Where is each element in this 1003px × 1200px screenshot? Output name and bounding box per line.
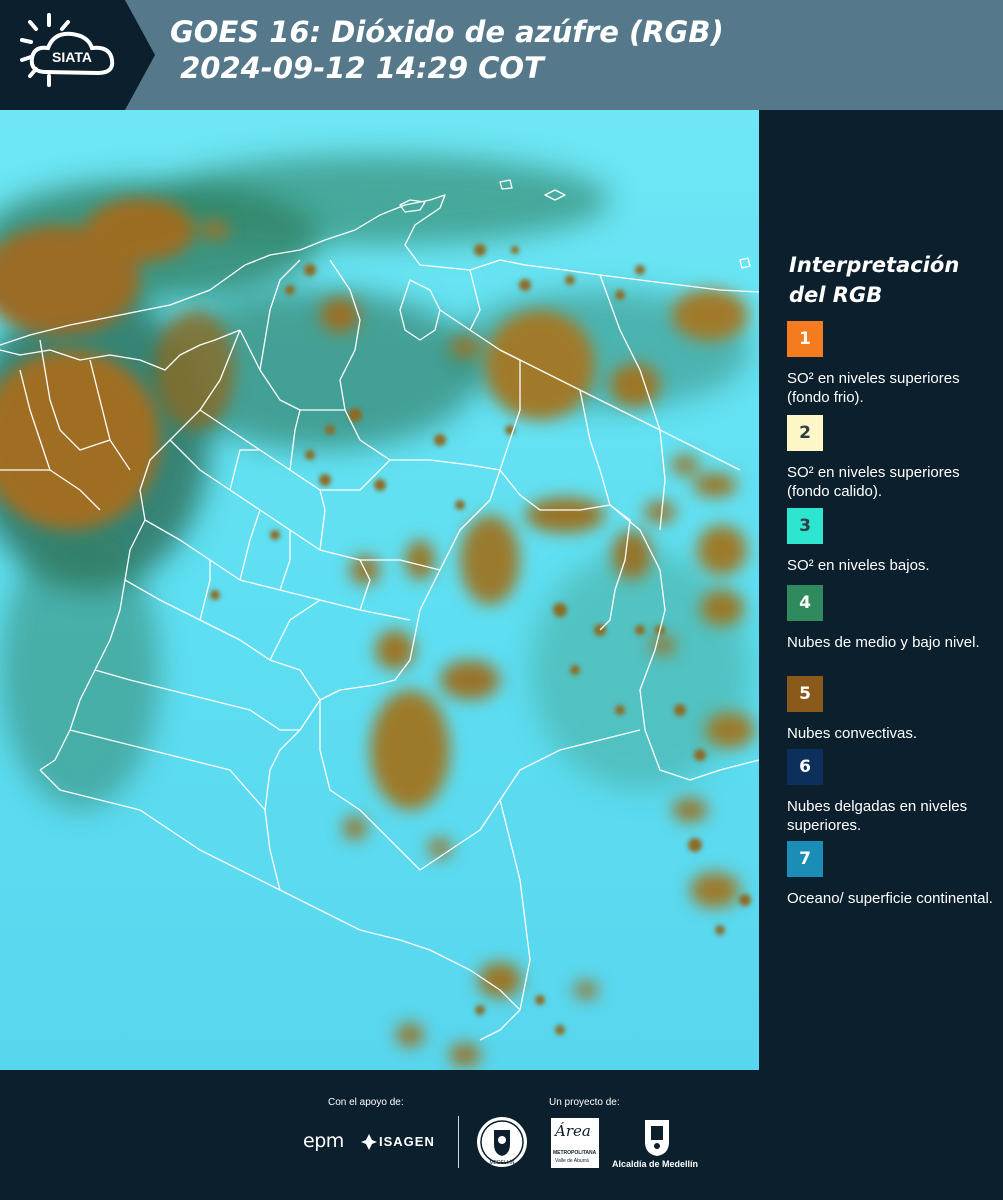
legend-number: 4 — [799, 593, 811, 613]
legend-item-6: 6 Nubes delgadas en niveles superiores. — [787, 749, 997, 835]
legend-item-2: 2 SO² en niveles superiores (fondo calid… — [787, 415, 997, 501]
legend-title-line-2: del RGB — [789, 283, 883, 307]
page-title: GOES 16: Dióxido de azúfre (RGB) 2024-09… — [170, 14, 724, 86]
legend-swatch: 3 — [787, 508, 823, 544]
legend-panel: Interpretación del RGB 1 SO² en niveles … — [759, 110, 1003, 1070]
isagen-icon — [361, 1134, 377, 1150]
title-line-2: 2024-09-12 14:29 COT — [170, 51, 544, 85]
medellin-seal-icon: MEDELLÍN — [477, 1117, 527, 1167]
footer: Con el apoyo de: Un proyecto de: epm ISA… — [0, 1070, 1003, 1200]
legend-swatch: 2 — [787, 415, 823, 451]
legend-title: Interpretación del RGB — [789, 250, 959, 310]
area-logo-sub1: METROPOLITANA — [553, 1150, 597, 1156]
legend-number: 3 — [799, 516, 811, 536]
legend-number: 1 — [799, 329, 811, 349]
siata-logo: SIATA — [0, 0, 155, 110]
legend-label: Nubes delgadas en niveles superiores. — [787, 798, 968, 834]
legend-swatch: 4 — [787, 585, 823, 621]
support-label: Con el apoyo de: — [328, 1097, 404, 1108]
legend-number: 2 — [799, 423, 811, 443]
legend-item-1: 1 SO² en niveles superiores (fondo frio)… — [787, 321, 997, 407]
footer-divider — [458, 1116, 459, 1168]
isagen-logo: ISAGEN — [379, 1134, 435, 1149]
alcaldia-logo: Alcaldía de Medellín — [612, 1159, 699, 1169]
legend-label: Nubes de medio y bajo nivel. — [787, 634, 980, 651]
seal-text: MEDELLÍN — [489, 1159, 514, 1166]
title-line-1: GOES 16: Dióxido de azúfre (RGB) — [170, 15, 724, 49]
legend-swatch: 5 — [787, 676, 823, 712]
epm-logo: epm — [303, 1130, 344, 1152]
legend-item-5: 5 Nubes convectivas. — [787, 676, 997, 743]
legend-number: 6 — [799, 757, 811, 777]
legend-swatch: 7 — [787, 841, 823, 877]
legend-number: 7 — [799, 849, 811, 869]
legend-label: Oceano/ superficie continental. — [787, 890, 993, 907]
logo-text: SIATA — [52, 49, 92, 65]
project-label: Un proyecto de: — [549, 1097, 620, 1108]
satellite-map — [0, 110, 759, 1070]
legend-title-line-1: Interpretación — [789, 253, 960, 277]
legend-swatch: 1 — [787, 321, 823, 357]
legend-swatch: 6 — [787, 749, 823, 785]
legend-number: 5 — [799, 684, 811, 704]
legend-label: Nubes convectivas. — [787, 725, 918, 742]
legend-label: SO² en niveles superiores (fondo calido)… — [787, 464, 960, 500]
area-metropolitana-logo: Área METROPOLITANA Valle de Aburrá — [551, 1118, 599, 1168]
legend-label: SO² en niveles bajos. — [787, 557, 930, 574]
legend-item-7: 7 Oceano/ superficie continental. — [787, 841, 997, 908]
legend-label: SO² en niveles superiores (fondo frio). — [787, 370, 960, 406]
legend-item-3: 3 SO² en niveles bajos. — [787, 508, 997, 575]
area-logo-text: Área — [555, 1122, 591, 1140]
area-logo-sub2: Valle de Aburrá — [555, 1158, 589, 1164]
header-bar: SIATA GOES 16: Dióxido de azúfre (RGB) 2… — [0, 0, 1003, 110]
alcaldia-shield-icon — [645, 1120, 669, 1156]
legend-item-4: 4 Nubes de medio y bajo nivel. — [787, 585, 997, 652]
